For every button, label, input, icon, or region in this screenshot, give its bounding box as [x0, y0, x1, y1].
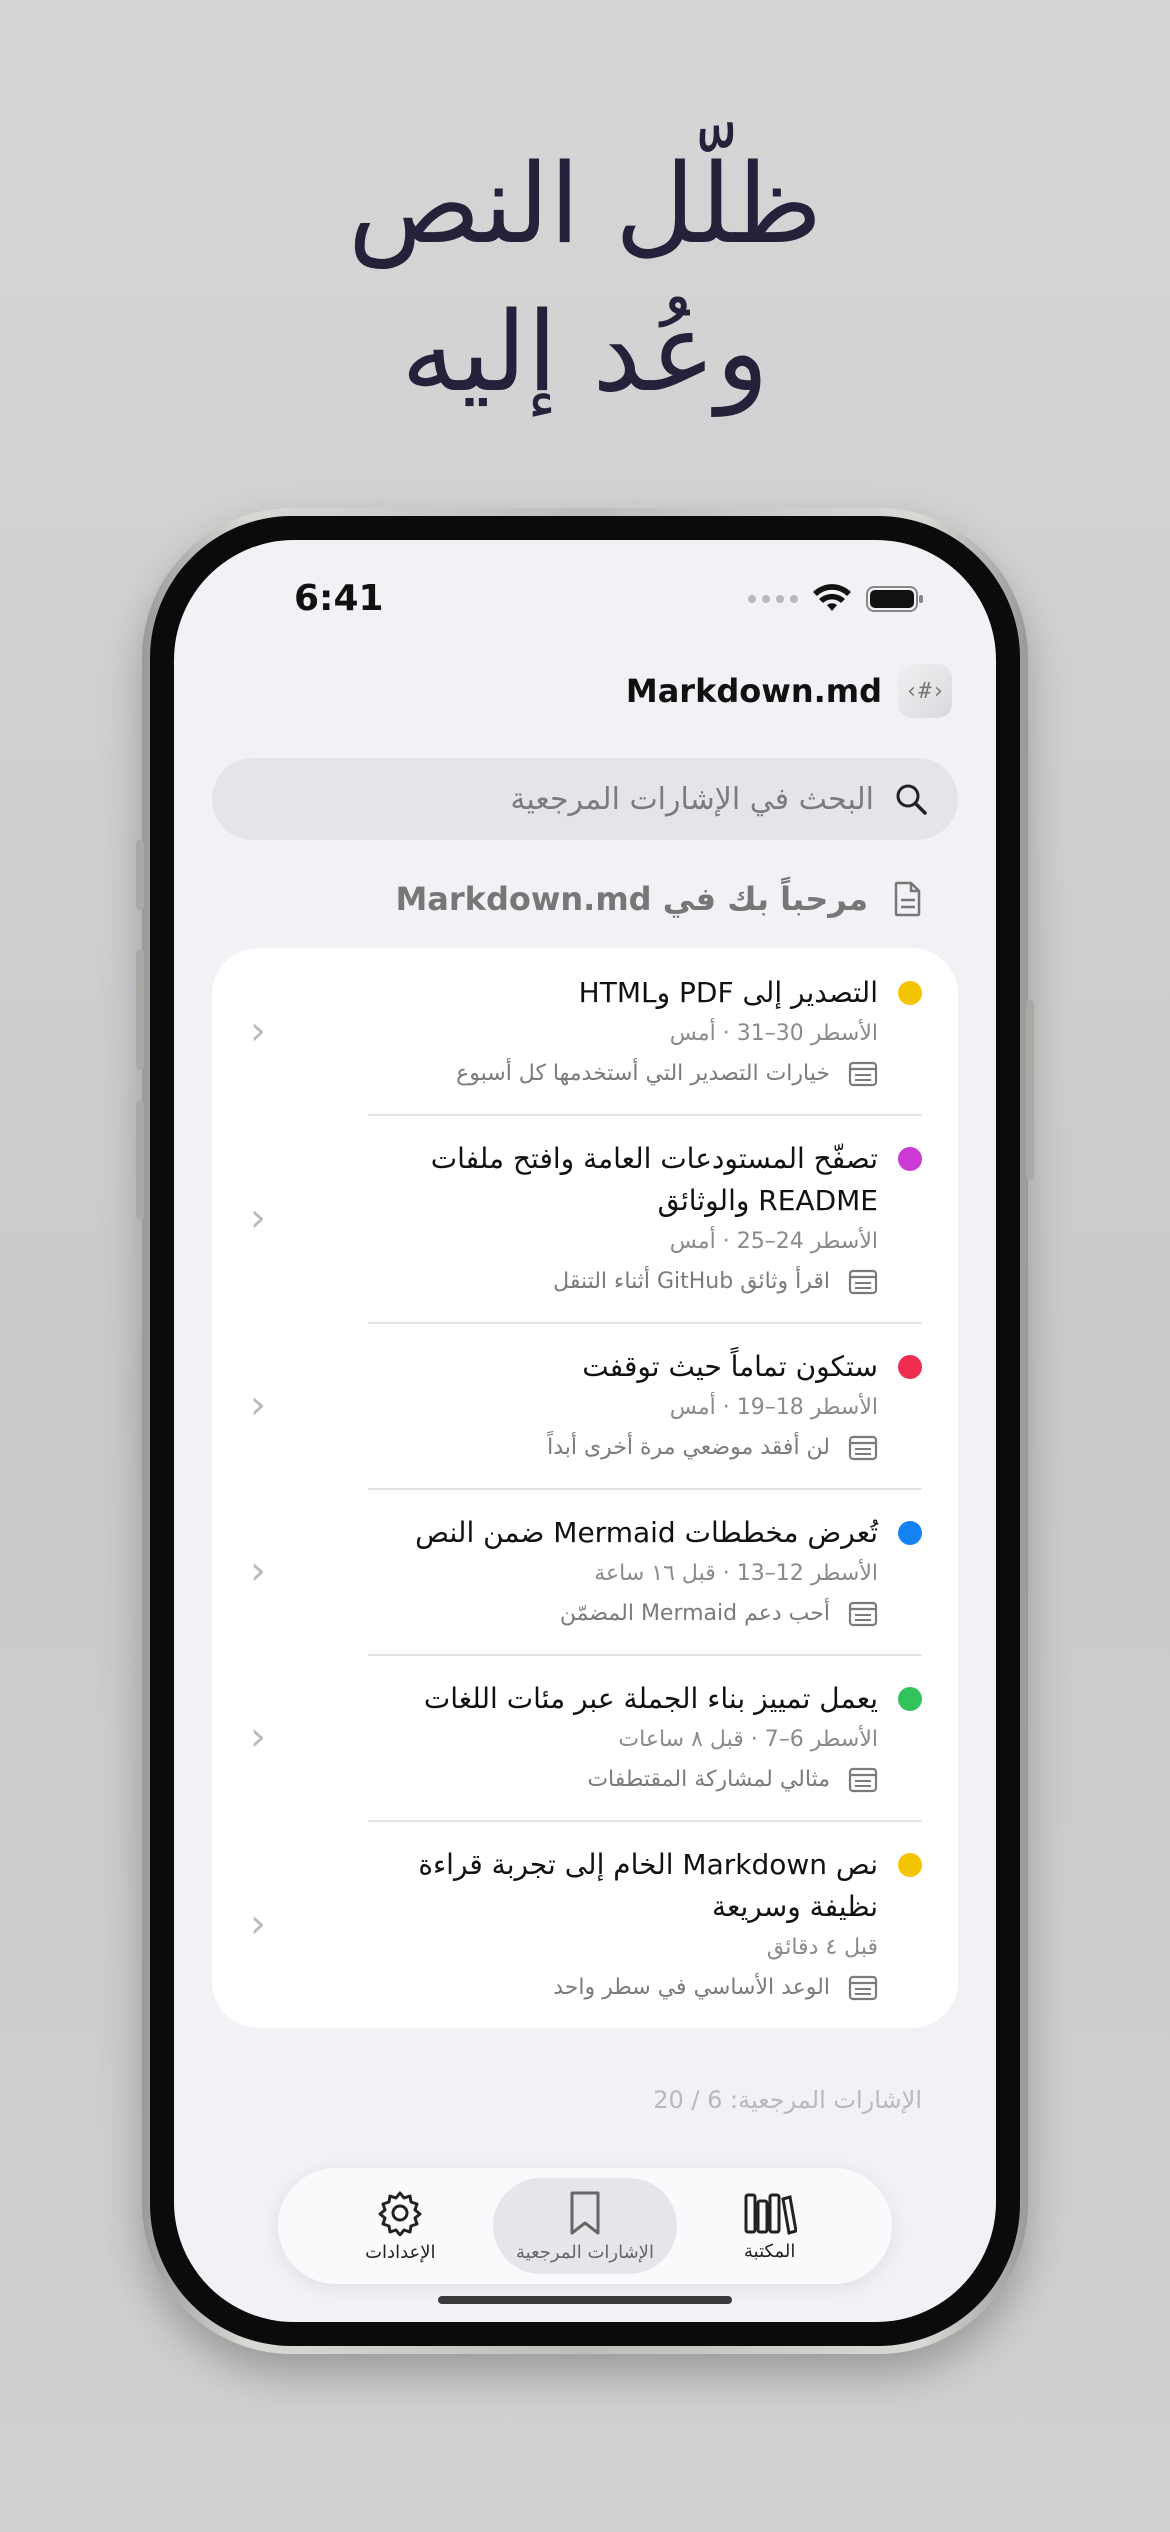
bookmark-item[interactable]: يعمل تمييز بناء الجملة عبر مئات اللغات ا… [212, 1654, 958, 1820]
bookmark-title: تصفّح المستودعات العامة وافتح ملفات READ… [430, 1142, 878, 1217]
chevron-left-icon: ‹ [250, 1714, 266, 1760]
battery-icon [866, 586, 923, 612]
search-input[interactable] [242, 780, 876, 818]
tab-bar: المكتبة الإشارات المرجعية الإعدادات [278, 2168, 892, 2284]
wifi-icon [813, 584, 851, 611]
bookmark-meta: قبل ٤ دقائق [766, 1935, 878, 1960]
bookmark-note-row: أحب دعم Mermaid المضمّن [368, 1598, 878, 1630]
bookmark-body: نص Markdown الخام إلى تجربة قراءة نظيفة … [368, 1844, 878, 2004]
status-time: 6:41 [294, 578, 384, 619]
note-icon [848, 1435, 878, 1461]
bookmark-meta: الأسطر 6–7 · قبل ٨ ساعات [618, 1727, 878, 1752]
color-dot [898, 981, 922, 1005]
status-icons [748, 584, 924, 614]
chevron-left-icon: ‹ [250, 1548, 266, 1594]
bookmark-count: الإشارات المرجعية: 6 / 20 [653, 2086, 922, 2114]
mute-switch [136, 840, 144, 910]
section-header: مرحباً بك في Markdown.md [395, 880, 922, 918]
app-logo-icon[interactable]: ‹#› [898, 664, 952, 718]
note-icon [848, 1269, 878, 1295]
home-indicator[interactable] [438, 2296, 732, 2304]
chevron-left-icon: ‹ [250, 1195, 266, 1241]
bookmark-note-row: لن أفقد موضعي مرة أخرى أبداً [368, 1432, 878, 1464]
bookmark-note-row: خيارات التصدير التي أستخدمها كل أسبوع [368, 1058, 878, 1090]
section-title: مرحباً بك في Markdown.md [395, 880, 868, 918]
search-bar[interactable] [212, 758, 958, 840]
bookmark-item[interactable]: تصفّح المستودعات العامة وافتح ملفات READ… [212, 1114, 958, 1322]
bookmark-item[interactable]: نص Markdown الخام إلى تجربة قراءة نظيفة … [212, 1820, 958, 2028]
chevron-left-icon: ‹ [250, 1901, 266, 1947]
search-icon [896, 784, 927, 815]
bookmark-body: يعمل تمييز بناء الجملة عبر مئات اللغات ا… [368, 1678, 878, 1796]
bookmarks-list: التصدير إلى PDF وHTML الأسطر 30–31 · أمس… [212, 948, 958, 2028]
phone-screen: 6:41 ‹#› Markdown.md مرحباً بك [174, 540, 996, 2322]
color-dot [898, 1147, 922, 1171]
bookmark-note: اقرأ وثائق GitHub أثناء التنقل [553, 1269, 830, 1294]
chevron-left-icon: ‹ [250, 1382, 266, 1428]
bookmark-meta: الأسطر 30–31 · أمس [669, 1021, 878, 1046]
color-dot [898, 1521, 922, 1545]
tab-settings-label: الإعدادات [365, 2241, 436, 2263]
bookmark-note: أحب دعم Mermaid المضمّن [559, 1601, 830, 1626]
color-dot [898, 1687, 922, 1711]
tab-bookmarks-label: الإشارات المرجعية [516, 2241, 654, 2263]
color-dot [898, 1355, 922, 1379]
bookmark-note-row: الوعد الأساسي في سطر واحد [368, 1972, 878, 2004]
library-icon [744, 2193, 797, 2235]
bookmark-title: نص Markdown الخام إلى تجربة قراءة نظيفة … [418, 1848, 878, 1923]
volume-down-button [136, 1100, 144, 1220]
note-icon [848, 1975, 878, 2001]
chevron-left-icon: ‹ [250, 1008, 266, 1054]
app-title: Markdown.md [625, 672, 882, 710]
bookmark-title: ستكون تماماً حيث توقفت [582, 1350, 878, 1383]
bookmark-item[interactable]: التصدير إلى PDF وHTML الأسطر 30–31 · أمس… [212, 948, 958, 1114]
note-icon [848, 1061, 878, 1087]
bookmark-body: ستكون تماماً حيث توقفت الأسطر 18–19 · أم… [368, 1346, 878, 1464]
gear-icon [378, 2191, 422, 2236]
tab-settings[interactable]: الإعدادات [308, 2178, 493, 2274]
tab-library[interactable]: المكتبة [677, 2178, 862, 2274]
bookmark-note: خيارات التصدير التي أستخدمها كل أسبوع [456, 1061, 830, 1086]
headline-line-1: ظلّل النص [347, 140, 823, 268]
headline-line-2: وعُد إليه [401, 288, 769, 416]
bookmark-title: يعمل تمييز بناء الجملة عبر مئات اللغات [423, 1682, 878, 1715]
bookmark-body: تُعرض مخططات Mermaid ضمن النص الأسطر 12–… [368, 1512, 878, 1630]
bookmark-item[interactable]: ستكون تماماً حيث توقفت الأسطر 18–19 · أم… [212, 1322, 958, 1488]
bookmark-title: تُعرض مخططات Mermaid ضمن النص [415, 1516, 878, 1549]
document-icon [894, 881, 921, 917]
signal-dots-icon [748, 595, 798, 603]
bookmark-item[interactable]: تُعرض مخططات Mermaid ضمن النص الأسطر 12–… [212, 1488, 958, 1654]
color-dot [898, 1853, 922, 1877]
bookmark-note: مثالي لمشاركة المقتطفات [587, 1767, 830, 1792]
note-icon [848, 1767, 878, 1793]
note-icon [848, 1601, 878, 1627]
bookmark-note: الوعد الأساسي في سطر واحد [553, 1975, 830, 2000]
tab-library-label: المكتبة [743, 2240, 796, 2262]
volume-up-button [136, 950, 144, 1070]
bookmark-note-row: اقرأ وثائق GitHub أثناء التنقل [368, 1266, 878, 1298]
bookmark-body: التصدير إلى PDF وHTML الأسطر 30–31 · أمس… [368, 972, 878, 1090]
tab-bookmarks[interactable]: الإشارات المرجعية [492, 2178, 678, 2274]
bookmark-title: التصدير إلى PDF وHTML [578, 976, 878, 1009]
bookmark-meta: الأسطر 18–19 · أمس [669, 1395, 878, 1420]
bookmark-note-row: مثالي لمشاركة المقتطفات [368, 1764, 878, 1796]
bookmark-meta: الأسطر 12–13 · قبل ١٦ ساعة [594, 1561, 878, 1586]
app-header: ‹#› Markdown.md [626, 664, 952, 718]
power-button [1026, 1000, 1034, 1180]
headline: ظلّل النص وعُد إليه [0, 130, 1170, 426]
bookmark-note: لن أفقد موضعي مرة أخرى أبداً [547, 1435, 830, 1460]
bookmark-icon [570, 2191, 600, 2234]
bookmark-body: تصفّح المستودعات العامة وافتح ملفات READ… [368, 1138, 878, 1298]
bookmark-meta: الأسطر 24–25 · أمس [669, 1229, 878, 1254]
